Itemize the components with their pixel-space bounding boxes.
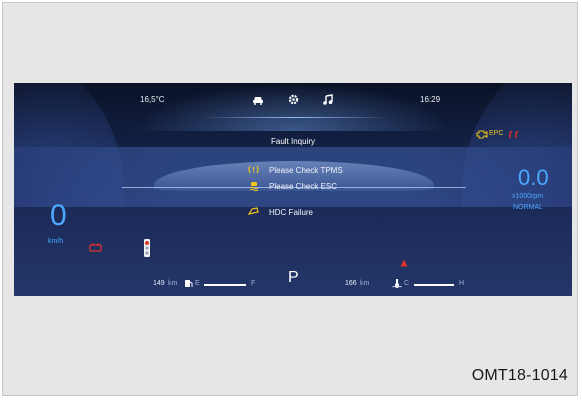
gear-icon[interactable]: [288, 94, 299, 105]
speed-value: 0: [50, 199, 67, 232]
fuel-range-value: 149: [153, 280, 165, 287]
outside-temperature: 16,5°C: [140, 95, 165, 104]
fuel-pump-icon: [185, 280, 193, 287]
battery-warning-icon: [89, 243, 102, 252]
epc-warning-label: EPC: [489, 130, 504, 137]
fault-inquiry-title: Fault Inquiry: [271, 137, 316, 146]
fuel-range-unit: km: [168, 280, 178, 287]
message-tpms: Please Check TPMS: [269, 166, 343, 175]
car-icon[interactable]: [252, 95, 264, 105]
fuel-level-bar: [204, 284, 246, 286]
seatbelt-warning-icon: [509, 130, 519, 138]
engine-warning-icon: [476, 130, 488, 139]
top-glow: [134, 83, 452, 131]
coolant-temperature-bar: [414, 284, 454, 286]
fuel-full-label: F: [251, 280, 256, 287]
coolant-cold-label: C: [404, 280, 410, 287]
esc-warning-icon: [249, 182, 259, 191]
instrument-cluster: 16,5°C 16:29 Fault Inquiry Please Check …: [14, 83, 572, 296]
figure-code: OMT18-1014: [471, 367, 568, 384]
rpm-unit: x1000rpm: [512, 193, 544, 200]
tpms-warning-icon: [248, 165, 259, 174]
clock: 16:29: [420, 95, 441, 104]
hdc-icon: [248, 207, 259, 215]
drive-mode: NORMAL: [513, 204, 543, 211]
coolant-temperature-icon: [392, 279, 402, 288]
fuel-empty-label: E: [195, 280, 200, 287]
speed-unit: km/h: [48, 238, 64, 245]
coolant-hot-label: H: [459, 280, 465, 287]
coolant-range-value: 166: [345, 280, 357, 287]
message-esc: Please Check ESC: [269, 182, 338, 191]
traffic-light-icon: [144, 239, 150, 257]
message-hdc: HDC Failure: [269, 208, 314, 217]
top-divider: [200, 117, 388, 118]
rpm-value: 0.0: [518, 165, 549, 190]
coolant-range-unit: km: [360, 280, 370, 287]
temperature-alert-icon: [400, 259, 408, 267]
music-icon[interactable]: [322, 94, 333, 105]
gear-indicator: P: [288, 269, 299, 286]
